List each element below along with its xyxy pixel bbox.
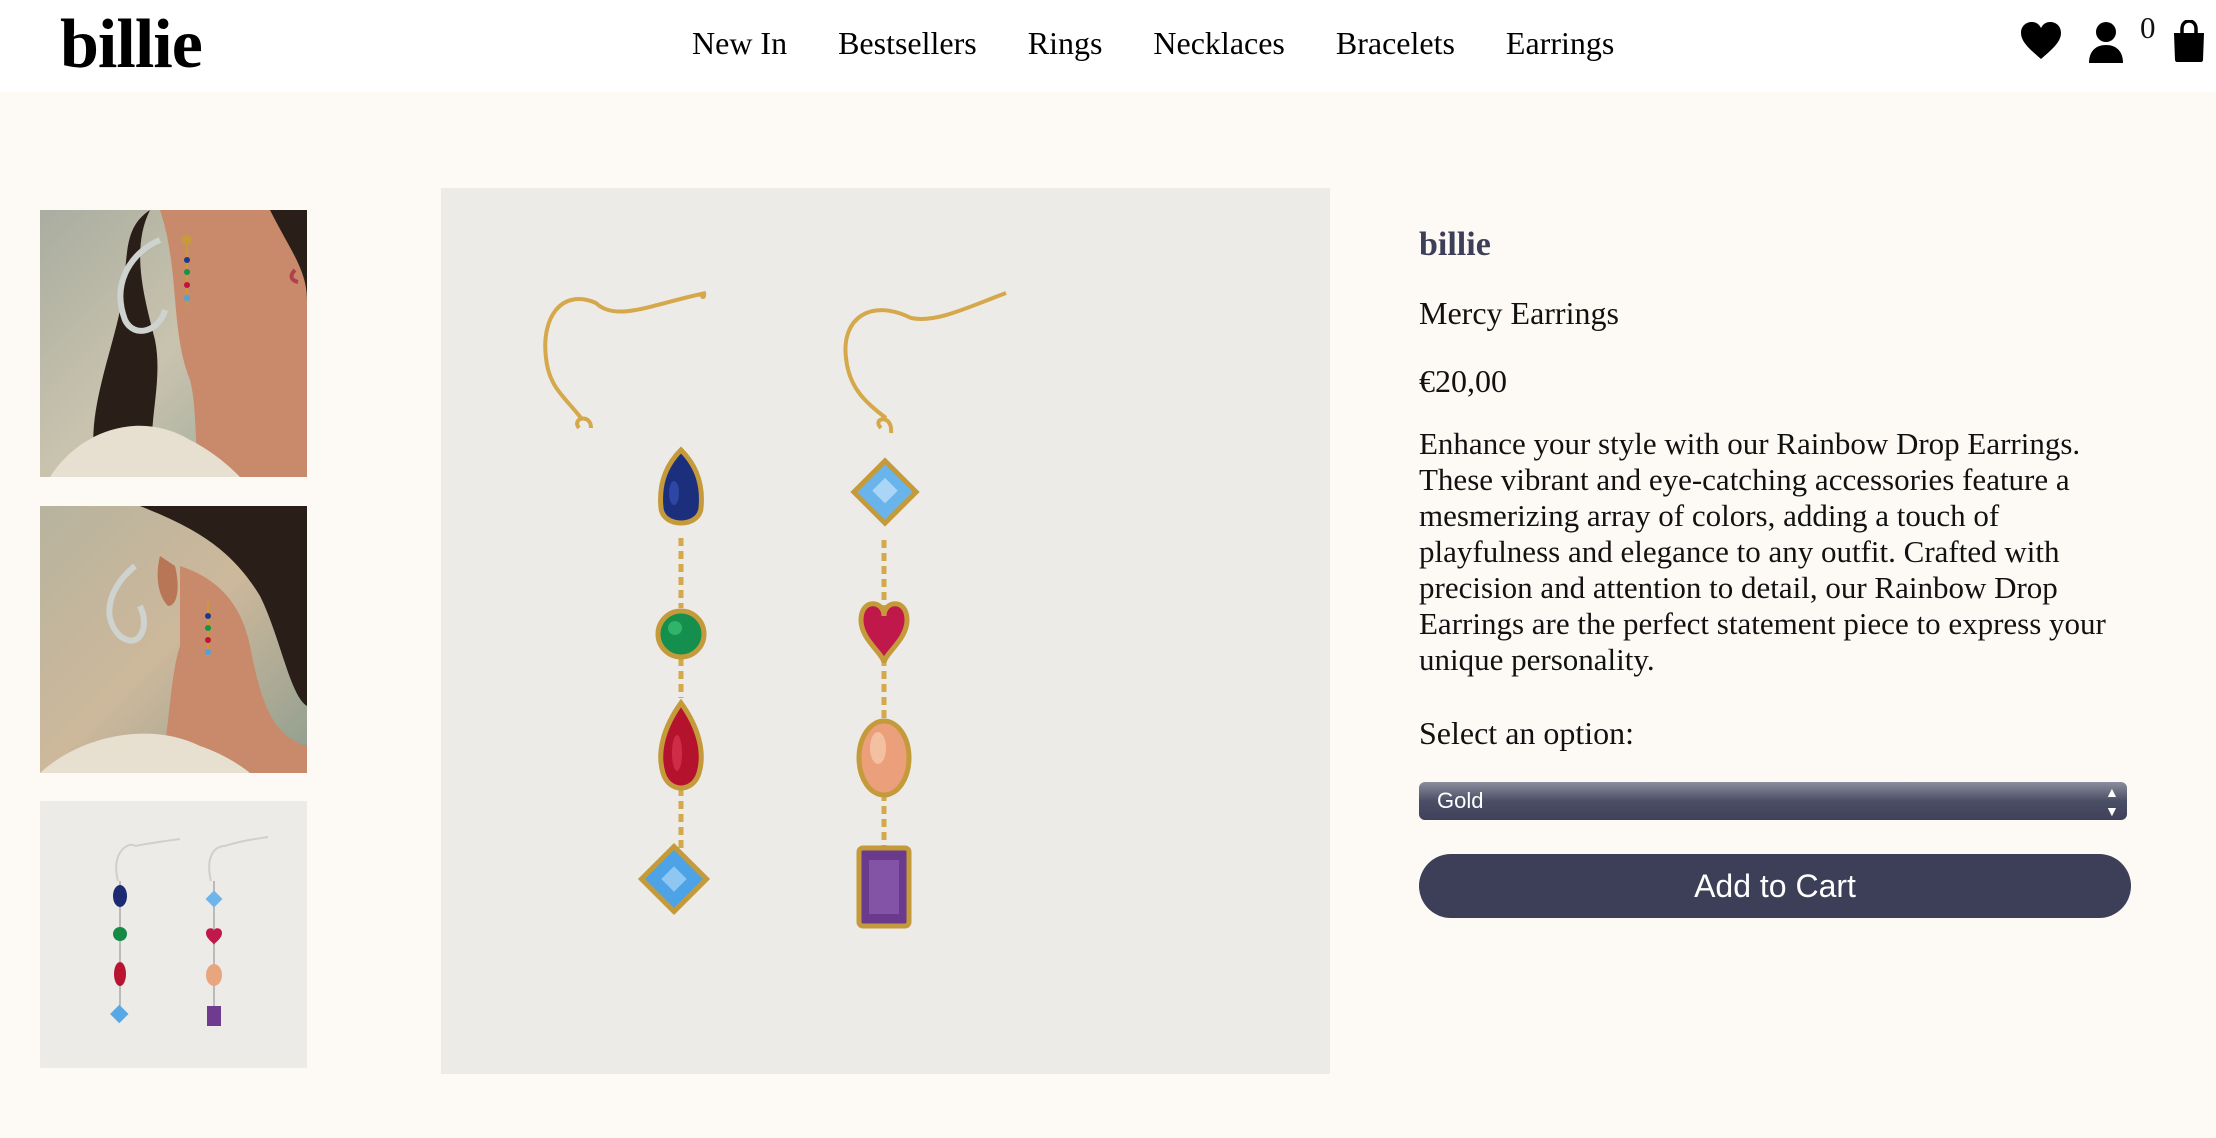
nav-bracelets[interactable]: Bracelets	[1336, 20, 1455, 66]
thumbnail-3[interactable]	[40, 801, 307, 1068]
nav-rings[interactable]: Rings	[1028, 20, 1103, 66]
product-info: billie Mercy Earrings €20,00 Enhance you…	[1419, 220, 2131, 918]
nav-earrings[interactable]: Earrings	[1506, 20, 1614, 66]
product-price: €20,00	[1419, 363, 1507, 399]
thumbnail-1[interactable]	[40, 210, 307, 477]
product-name: Mercy Earrings	[1419, 295, 1619, 331]
main-product-image	[441, 188, 1330, 1074]
header-icons: 0	[2020, 10, 2216, 68]
user-icon[interactable]	[2087, 21, 2125, 63]
variant-select[interactable]: Gold ▲ ▼	[1419, 782, 2127, 820]
site-header: billie New In Bestsellers Rings Necklace…	[0, 0, 2216, 92]
nav-necklaces[interactable]: Necklaces	[1153, 20, 1284, 66]
thumbnail-2[interactable]	[40, 506, 307, 773]
bag-icon[interactable]	[2172, 20, 2206, 62]
select-arrows-icon: ▲ ▼	[2105, 784, 2119, 819]
variant-select-value: Gold	[1437, 788, 1484, 813]
product-description: Enhance your style with our Rainbow Drop…	[1419, 426, 2106, 677]
product-brand[interactable]: billie	[1419, 220, 2131, 270]
heart-icon[interactable]	[2020, 21, 2062, 61]
cart-count: 0	[2140, 10, 2156, 45]
nav-new-in[interactable]: New In	[692, 20, 787, 66]
site-logo[interactable]: billie	[60, 2, 203, 88]
nav-bestsellers[interactable]: Bestsellers	[838, 20, 977, 66]
add-to-cart-button[interactable]: Add to Cart	[1419, 854, 2131, 918]
option-label: Select an option:	[1419, 715, 1635, 751]
main-nav: New In Bestsellers Rings Necklaces Brace…	[692, 20, 1614, 66]
